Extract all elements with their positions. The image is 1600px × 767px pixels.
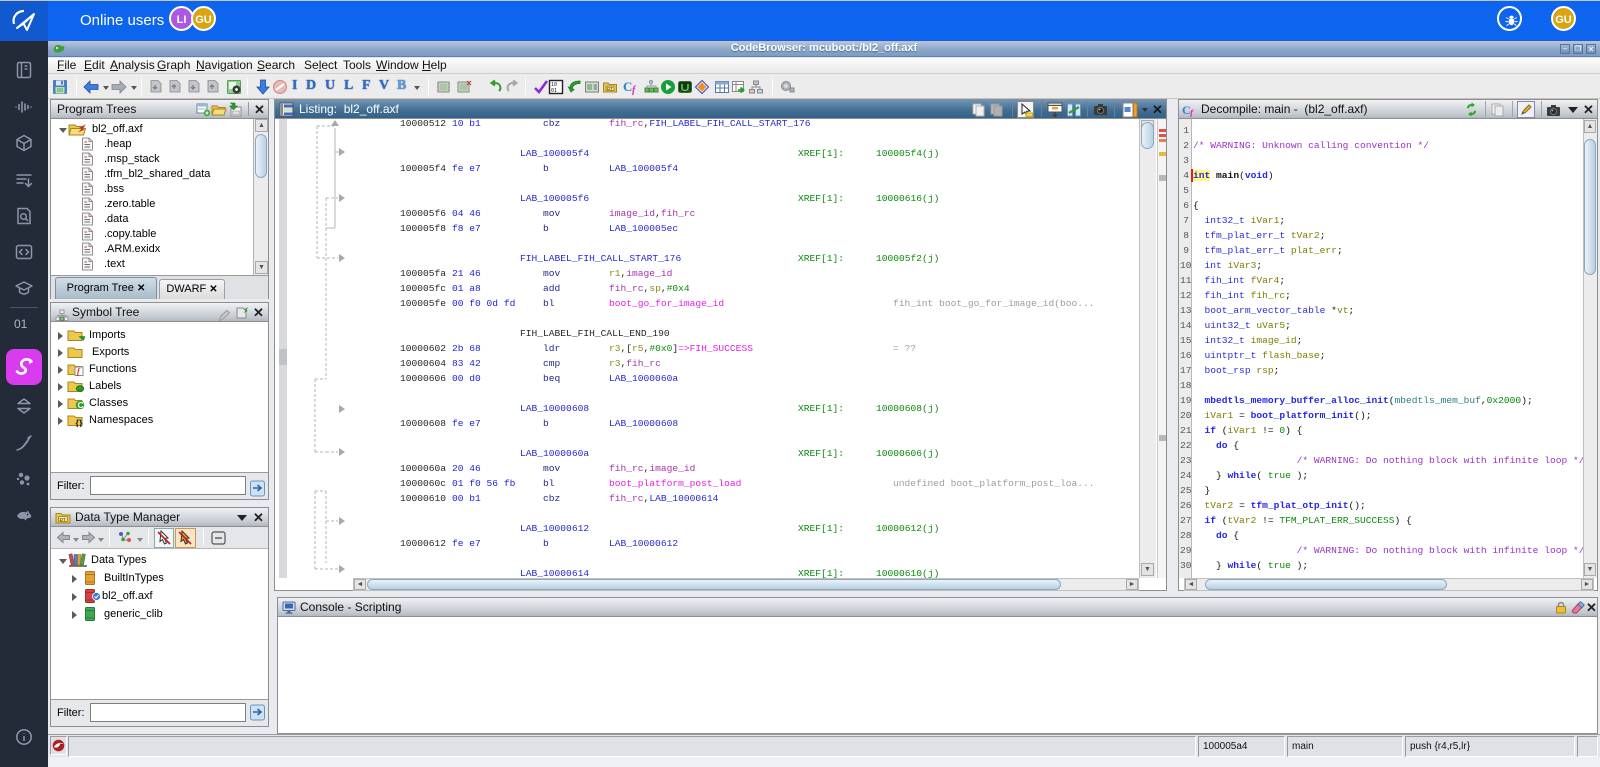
svg-text:{}: {} xyxy=(76,418,84,427)
svg-text:DT: DT xyxy=(607,86,613,91)
svg-text:C: C xyxy=(623,79,632,94)
svg-text:f: f xyxy=(1190,108,1194,117)
svg-text:f: f xyxy=(632,85,637,95)
svg-text:C: C xyxy=(78,400,84,410)
svg-text:01: 01 xyxy=(551,88,557,94)
svg-text:DT: DT xyxy=(60,517,66,522)
